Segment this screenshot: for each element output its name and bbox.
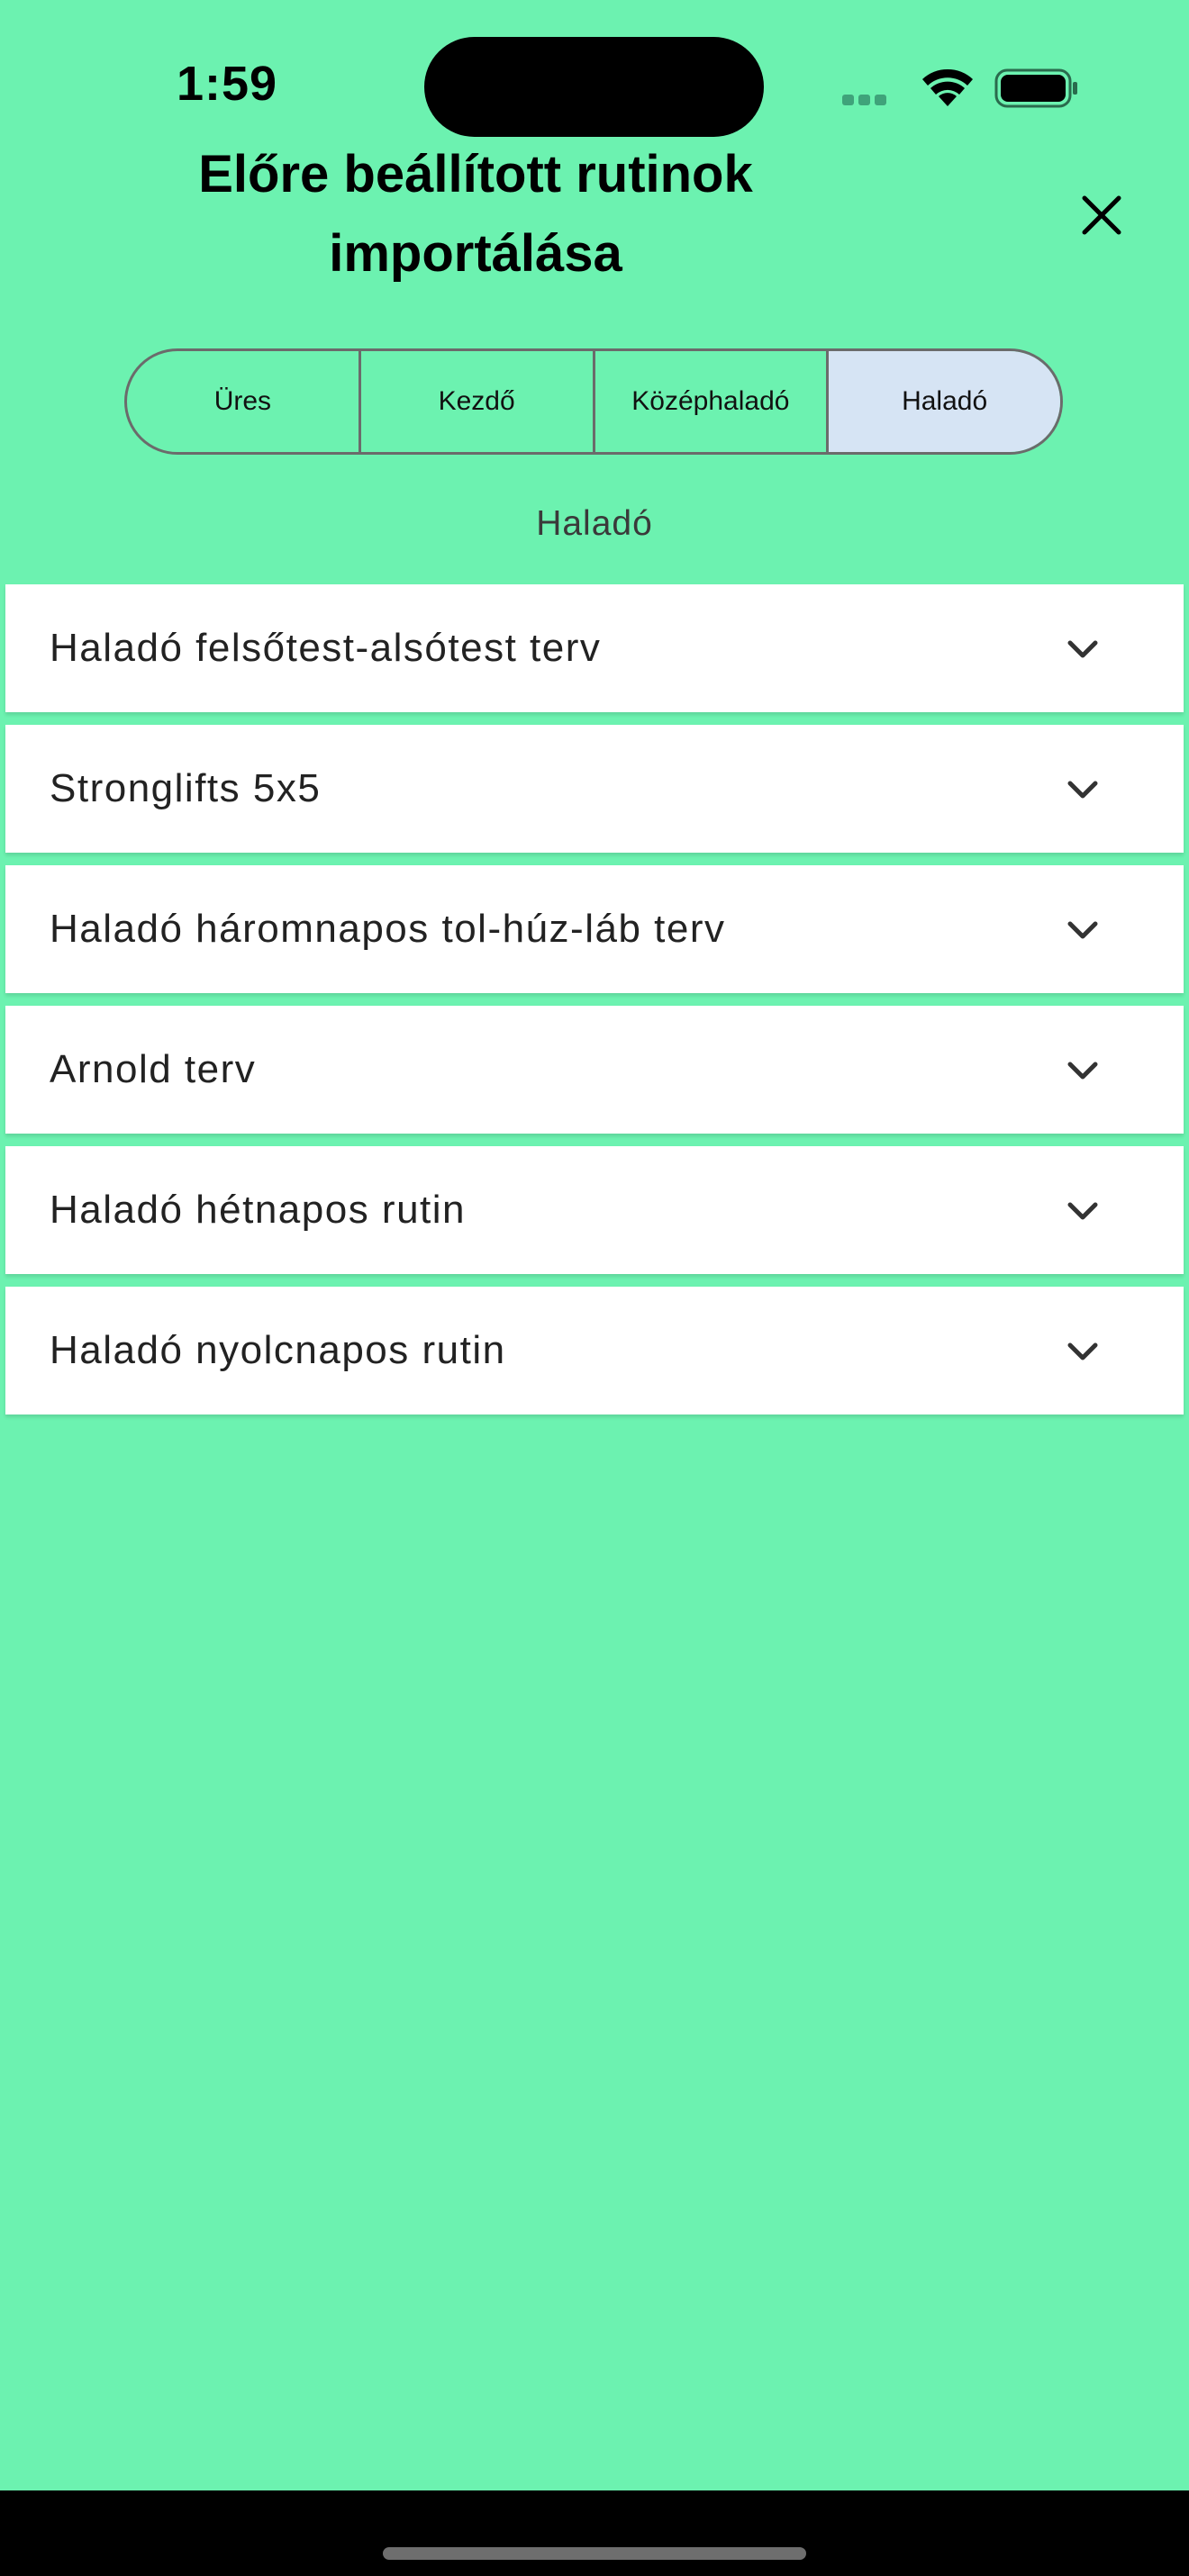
routine-item[interactable]: Haladó hétnapos rutin xyxy=(5,1146,1184,1274)
routine-label: Stronglifts 5x5 xyxy=(50,766,322,810)
wifi-icon xyxy=(922,68,973,106)
cellular-signal-icon xyxy=(842,94,905,105)
routine-label: Haladó háromnapos tol-húz-láb terv xyxy=(50,907,726,951)
chevron-down-icon xyxy=(1067,921,1098,939)
segment-kozephalado[interactable]: Középhaladó xyxy=(595,351,830,452)
routine-label: Haladó nyolcnapos rutin xyxy=(50,1328,506,1372)
routine-item[interactable]: Haladó nyolcnapos rutin xyxy=(5,1287,1184,1415)
chevron-down-icon xyxy=(1067,781,1098,799)
chevron-down-icon xyxy=(1067,640,1098,658)
bottom-bar xyxy=(0,2490,1189,2576)
status-time: 1:59 xyxy=(177,57,278,111)
routine-label: Haladó felsőtest-alsótest terv xyxy=(50,626,602,670)
battery-icon xyxy=(994,68,1077,108)
page-title: Előre beállított rutinok importálása xyxy=(198,145,753,283)
routine-list: Haladó felsőtest-alsótest terv Stronglif… xyxy=(5,584,1184,1427)
routine-item[interactable]: Haladó háromnapos tol-húz-láb terv xyxy=(5,865,1184,993)
chevron-down-icon xyxy=(1067,1342,1098,1360)
routine-item[interactable]: Stronglifts 5x5 xyxy=(5,725,1184,853)
level-segmented-control: Üres Kezdő Középhaladó Haladó xyxy=(124,348,1063,455)
segment-ures[interactable]: Üres xyxy=(127,351,361,452)
routine-item[interactable]: Arnold terv xyxy=(5,1006,1184,1134)
home-indicator[interactable] xyxy=(383,2547,806,2560)
segment-kezdo[interactable]: Kezdő xyxy=(361,351,595,452)
close-icon[interactable] xyxy=(1074,187,1130,243)
chevron-down-icon xyxy=(1067,1202,1098,1220)
segment-halado[interactable]: Haladó xyxy=(829,351,1060,452)
status-bar: 1:59 xyxy=(0,0,1189,144)
routine-label: Haladó hétnapos rutin xyxy=(50,1188,467,1232)
chevron-down-icon xyxy=(1067,1062,1098,1080)
routine-label: Arnold terv xyxy=(50,1047,257,1091)
routine-item[interactable]: Haladó felsőtest-alsótest terv xyxy=(5,584,1184,712)
section-label: Haladó xyxy=(536,504,653,543)
dynamic-island xyxy=(424,37,764,137)
